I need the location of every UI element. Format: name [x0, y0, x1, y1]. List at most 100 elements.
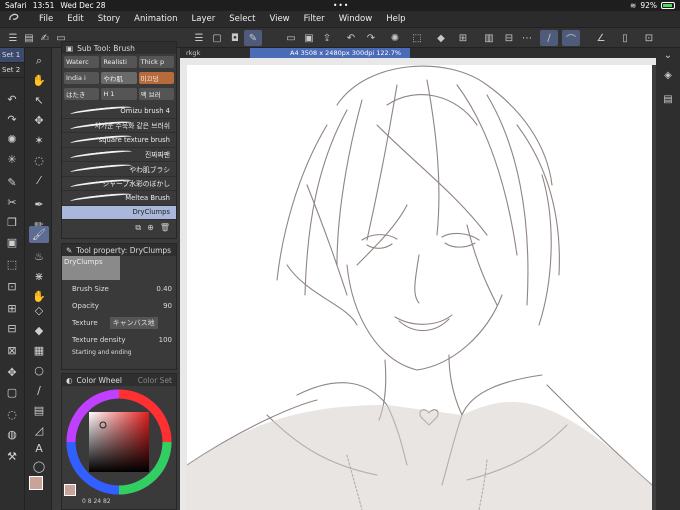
wrench-side-icon[interactable]: ⚒: [3, 450, 21, 466]
new-file-icon[interactable]: ▢: [208, 30, 226, 46]
tool-brush-icon[interactable]: 🖌: [29, 226, 49, 243]
brush-list-item[interactable]: square texture brush: [62, 133, 176, 148]
brush-list-item[interactable]: シャープ水彩のぼかし: [62, 177, 176, 191]
menu-story[interactable]: Story: [91, 14, 127, 24]
copy-icon[interactable]: ❐: [3, 216, 21, 232]
brush-list-item[interactable]: 차가운 수묵화 같은 브러쉬: [62, 119, 176, 133]
create-subtool-icon[interactable]: ⊕: [147, 223, 154, 233]
menu-file[interactable]: File: [32, 14, 60, 24]
opacity-value[interactable]: 90: [163, 302, 172, 310]
brush-group-chip[interactable]: H 1: [101, 88, 137, 100]
set-tab-1[interactable]: Set 1: [0, 48, 24, 63]
device-icon[interactable]: ▯: [616, 30, 634, 46]
transform-icon[interactable]: ⬚: [408, 30, 426, 46]
tool-lasso-icon[interactable]: ◌: [29, 152, 49, 169]
tool-decoration-icon[interactable]: ⋇: [29, 268, 49, 285]
transform-side-icon[interactable]: ⬚: [3, 258, 21, 274]
tool-move-icon[interactable]: ✥: [29, 112, 49, 129]
redo-icon[interactable]: ↷: [362, 30, 380, 46]
scissors-icon[interactable]: ✂: [3, 196, 21, 212]
brush-group-chip[interactable]: Thick p: [138, 56, 174, 68]
tool-eyedropper-icon[interactable]: ⁄: [29, 172, 49, 189]
brush-group-chip[interactable]: India i: [64, 72, 100, 84]
open-folder-icon[interactable]: ▭: [282, 30, 300, 46]
tool-text-icon[interactable]: A: [29, 440, 49, 457]
layer-panel-icon[interactable]: ◈: [660, 70, 676, 84]
tool-operation-icon[interactable]: ↖: [29, 92, 49, 109]
menu-animation[interactable]: Animation: [127, 14, 184, 24]
settings-icon[interactable]: ⊡: [640, 30, 658, 46]
redo-side-icon[interactable]: ↷: [3, 113, 21, 129]
ruler-toggle-icon[interactable]: ⋯: [518, 30, 536, 46]
tool-balloon-icon[interactable]: ◯: [29, 458, 49, 475]
pen-side-icon[interactable]: ✎: [3, 176, 21, 192]
brush-group-chip[interactable]: 액 브러: [138, 88, 174, 100]
quick-access-icon[interactable]: ✎: [244, 30, 262, 46]
tool-figure-icon[interactable]: ○: [29, 362, 49, 379]
color-wheel-main-swatch[interactable]: [64, 484, 76, 496]
tool-eraser-icon[interactable]: ◇: [29, 302, 49, 319]
clip-studio-logo-icon[interactable]: [8, 13, 22, 26]
layer-stack-icon[interactable]: ▤: [660, 94, 676, 108]
lasso-side-icon[interactable]: ◌: [3, 408, 21, 424]
loading-spinner-icon[interactable]: ✺: [386, 30, 404, 46]
brush-group-chip[interactable]: やわ肌: [101, 72, 137, 84]
tool-frame-icon[interactable]: ▤: [29, 402, 49, 419]
camera-icon[interactable]: ◘: [226, 30, 244, 46]
spinner-side-icon[interactable]: ✺: [3, 133, 21, 149]
menu-view[interactable]: View: [262, 14, 296, 24]
snap-icon[interactable]: ⊟: [500, 30, 518, 46]
undo-icon[interactable]: ↶: [342, 30, 360, 46]
menu-layer[interactable]: Layer: [185, 14, 223, 24]
stabilizer-icon[interactable]: ∕: [540, 30, 558, 46]
tool-airbrush-icon[interactable]: ♨: [29, 248, 49, 265]
undo-side-icon[interactable]: ↶: [3, 93, 21, 109]
paste-icon[interactable]: ▣: [3, 236, 21, 252]
document-tab-label[interactable]: rkgk: [186, 49, 200, 57]
texture-density-row[interactable]: Texture density 100: [62, 331, 176, 348]
brush-group-chip[interactable]: 미끄덩: [138, 72, 174, 84]
circle-side-icon[interactable]: ◍: [3, 428, 21, 444]
menu-window[interactable]: Window: [332, 14, 380, 24]
frame-side-icon[interactable]: ⊟: [3, 322, 21, 338]
pen-pressure-icon[interactable]: ⌒: [562, 30, 580, 46]
sparkle-side-icon[interactable]: ✳: [3, 153, 21, 169]
color-set-title[interactable]: Color Set: [138, 376, 176, 385]
brush-size-value[interactable]: 0.40: [156, 285, 172, 293]
menu-filter[interactable]: Filter: [297, 14, 332, 24]
multitask-dots-icon[interactable]: •••: [333, 1, 349, 10]
brush-list-item[interactable]: 진짜짜팬: [62, 148, 176, 162]
brush-list-item[interactable]: Omizu brush 4: [62, 104, 176, 119]
brush-group-chip[interactable]: Realisti: [101, 56, 137, 68]
brush-list-item[interactable]: Meltea Brush: [62, 191, 176, 206]
tool-fill-icon[interactable]: ◆: [29, 322, 49, 339]
set-tab-2[interactable]: Set 2: [0, 63, 24, 78]
tool-hand-icon[interactable]: ✋: [29, 72, 49, 89]
texture-value[interactable]: キャンバス地: [109, 316, 158, 329]
export-icon[interactable]: ⇪: [318, 30, 336, 46]
menu-select[interactable]: Select: [222, 14, 262, 24]
brush-group-chip[interactable]: Waterc: [64, 56, 100, 68]
menu-help[interactable]: Help: [379, 14, 412, 24]
save-icon[interactable]: ▣: [300, 30, 318, 46]
mesh-side-icon[interactable]: ⊠: [3, 344, 21, 360]
tool-pen-icon[interactable]: ✒: [29, 196, 49, 213]
delete-subtool-icon[interactable]: 🗑: [160, 223, 170, 233]
collapse-chevron-icon[interactable]: ⌄: [660, 50, 676, 64]
main-color-swatch[interactable]: [29, 476, 43, 490]
texture-density-value[interactable]: 100: [159, 336, 172, 344]
tool-zoom-icon[interactable]: ⌕: [29, 52, 49, 69]
grid-side-icon[interactable]: ⊞: [3, 302, 21, 318]
tool-gradient-icon[interactable]: ▦: [29, 342, 49, 359]
box-side-icon[interactable]: ▢: [3, 386, 21, 402]
fill-bucket-icon[interactable]: ◆: [432, 30, 450, 46]
brush-size-row[interactable]: Brush Size 0.40: [62, 280, 176, 297]
texture-row[interactable]: Texture キャンバス地: [62, 314, 176, 331]
shape-ruler-icon[interactable]: ∠: [592, 30, 610, 46]
move-side-icon[interactable]: ✥: [3, 366, 21, 382]
brush-group-chip[interactable]: はたき: [64, 88, 100, 100]
tool-ruler-icon[interactable]: ∕: [29, 382, 49, 399]
clear-icon[interactable]: ▥: [480, 30, 498, 46]
copy-subtool-icon[interactable]: ⧉: [135, 223, 141, 233]
menu-edit[interactable]: Edit: [60, 14, 90, 24]
